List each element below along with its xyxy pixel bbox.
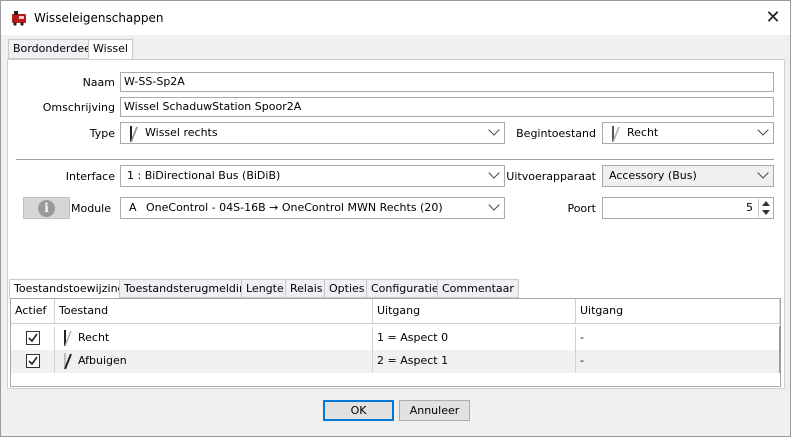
poort-label: Poort [567, 202, 596, 215]
divider [16, 159, 774, 160]
turnout-icon [64, 330, 72, 346]
begintoestand-value: Recht [627, 126, 659, 139]
interface-select[interactable]: 1 : BiDirectional Bus (BiDiB) [120, 165, 505, 187]
uitgang-cell[interactable]: 2 = Aspect 1 [373, 350, 576, 373]
uitvoerapparaat-value: Accessory (Bus) [609, 169, 697, 182]
toestand-table: Actief Toestand Uitgang Uitgang Recht 1 … [10, 298, 781, 387]
uitgang-cell[interactable]: - [576, 327, 780, 350]
chevron-down-icon [757, 167, 769, 179]
chevron-down-icon [488, 167, 500, 179]
chevron-down-icon [488, 124, 500, 136]
railway-app-icon [12, 11, 26, 26]
naam-label: Naam [82, 76, 115, 89]
dialog-window: Wisseleigenschappen ✕ Bordonderdeel Wiss… [0, 0, 791, 437]
tab-configuratie[interactable]: Configuratie [366, 279, 444, 298]
type-label: Type [89, 127, 115, 140]
tab-bordonderdeel[interactable]: Bordonderdeel [8, 39, 99, 59]
tab-toestandstoewijzing[interactable]: Toestandstoewijzing [9, 279, 130, 299]
actief-checkbox[interactable] [26, 354, 40, 368]
module-label: Module [71, 202, 111, 215]
tab-opties[interactable]: Opties [324, 279, 370, 298]
stepper-buttons[interactable] [758, 199, 772, 217]
naam-field[interactable]: W-SS-Sp2A [120, 72, 774, 92]
column-header-actief[interactable]: Actief [11, 299, 55, 324]
chevron-down-icon [757, 124, 769, 136]
toestand-cell: Afbuigen [55, 350, 373, 373]
module-info-button[interactable]: i [23, 197, 70, 219]
tab-lengte[interactable]: Lengte [241, 279, 289, 298]
omschrijving-field[interactable]: Wissel SchaduwStation Spoor2A [120, 97, 774, 117]
tab-commentaar[interactable]: Commentaar [437, 279, 519, 298]
begintoestand-label: Begintoestand [516, 127, 596, 140]
tab-toestandsterugmelding[interactable]: Toestandsterugmelding [119, 279, 258, 298]
turnout-icon [130, 126, 138, 142]
chevron-down-icon [488, 199, 500, 211]
type-value: Wissel rechts [145, 126, 218, 139]
title-bar: Wisseleigenschappen ✕ [1, 1, 790, 35]
info-icon: i [38, 200, 55, 217]
interface-label: Interface [65, 170, 115, 183]
increment-arrow-icon[interactable] [762, 201, 770, 206]
check-icon [28, 356, 38, 366]
tab-relais[interactable]: Relais [285, 279, 328, 298]
uitgang-cell[interactable]: - [576, 350, 780, 373]
actief-checkbox[interactable] [26, 331, 40, 345]
ok-button[interactable]: OK [323, 400, 394, 421]
actief-cell[interactable] [11, 350, 55, 373]
toestand-label: Recht [78, 331, 110, 344]
column-header-uitgang-1[interactable]: Uitgang [373, 299, 576, 324]
interface-value: 1 : BiDirectional Bus (BiDiB) [127, 169, 281, 182]
module-select[interactable]: A OneControl - 04S-16B → OneControl MWN … [120, 197, 505, 219]
table-row[interactable]: Afbuigen 2 = Aspect 1 - [11, 350, 780, 373]
table-row[interactable]: Recht 1 = Aspect 0 - [11, 327, 780, 350]
omschrijving-label: Omschrijving [42, 101, 115, 114]
table-scrollbar[interactable] [779, 326, 781, 373]
toestand-cell: Recht [55, 327, 373, 350]
decrement-arrow-icon[interactable] [762, 210, 770, 215]
uitvoerapparaat-label: Uitvoerapparaat [506, 170, 596, 183]
begintoestand-select[interactable]: Recht [602, 122, 774, 144]
window-title: Wisseleigenschappen [34, 11, 164, 25]
uitgang-cell[interactable]: 1 = Aspect 0 [373, 327, 576, 350]
tab-wissel[interactable]: Wissel [88, 39, 133, 60]
toestand-label: Afbuigen [78, 354, 127, 367]
close-icon[interactable]: ✕ [761, 6, 785, 30]
module-value: OneControl - 04S-16B → OneControl MWN Re… [146, 201, 443, 214]
module-prefix: A [129, 201, 137, 214]
type-select[interactable]: Wissel rechts [120, 122, 505, 144]
cancel-button[interactable]: Annuleer [399, 400, 470, 421]
uitvoerapparaat-select[interactable]: Accessory (Bus) [602, 165, 774, 187]
turnout-icon [612, 126, 620, 142]
poort-stepper[interactable]: 5 [602, 197, 774, 219]
column-header-toestand[interactable]: Toestand [55, 299, 373, 324]
column-header-uitgang-2[interactable]: Uitgang [576, 299, 780, 324]
actief-cell[interactable] [11, 327, 55, 350]
check-icon [28, 333, 38, 343]
poort-value: 5 [746, 201, 753, 214]
turnout-icon [64, 353, 72, 369]
